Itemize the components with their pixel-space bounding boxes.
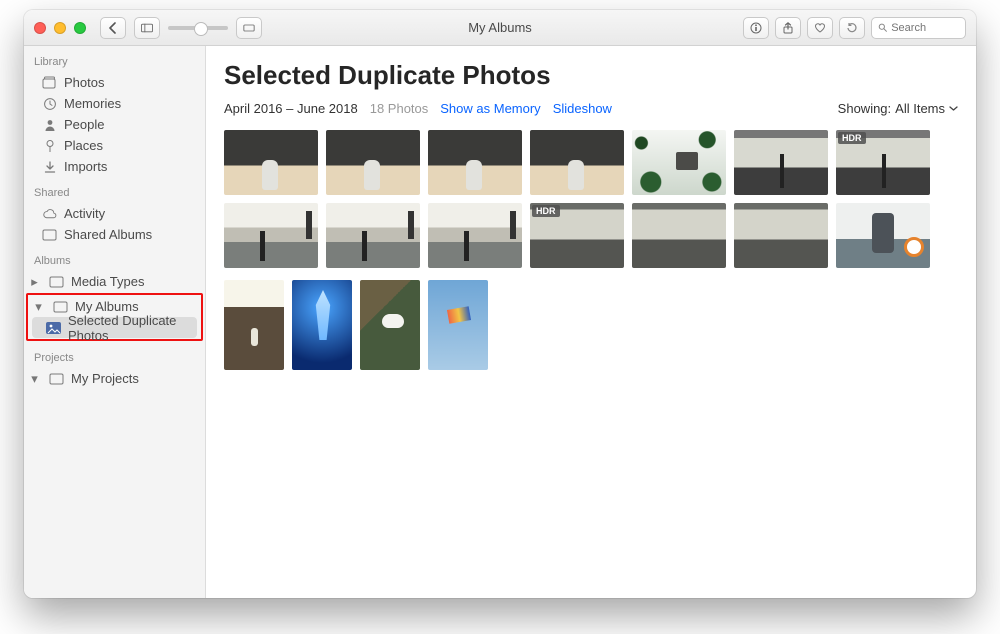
disclosure-triangle-icon[interactable]: ▾	[30, 374, 39, 383]
album-icon	[49, 372, 64, 386]
sidebar-item-people[interactable]: People	[24, 114, 205, 135]
disclosure-triangle-icon[interactable]: ▸	[30, 277, 39, 286]
photo-thumbnail[interactable]: HDR	[530, 203, 624, 268]
sidebar-item-label: Media Types	[71, 274, 144, 289]
sidebar-item-label: My Projects	[71, 371, 139, 386]
photo-thumbnail[interactable]	[632, 130, 726, 195]
hdr-badge: HDR	[532, 205, 560, 217]
showing-value: All Items	[895, 101, 945, 116]
share-button[interactable]	[775, 17, 801, 39]
heart-icon	[814, 22, 826, 34]
sidebar-icon	[141, 22, 153, 34]
photo-thumbnail[interactable]	[530, 130, 624, 195]
aspect-toggle[interactable]	[236, 17, 262, 39]
sidebar-item-label: People	[64, 117, 104, 132]
cloud-icon	[42, 207, 57, 221]
search-input[interactable]	[891, 22, 959, 34]
rect-icon	[243, 22, 255, 34]
main-content: Selected Duplicate Photos April 2016 – J…	[206, 46, 976, 598]
sidebar-item-selected-duplicate-photos[interactable]: Selected Duplicate Photos	[32, 317, 197, 338]
album-icon	[53, 300, 68, 314]
zoom-window[interactable]	[74, 22, 86, 34]
minimize-window[interactable]	[54, 22, 66, 34]
photo-thumbnail[interactable]	[428, 130, 522, 195]
chevron-down-icon	[949, 104, 958, 113]
clock-icon	[42, 97, 57, 111]
back-button[interactable]	[100, 17, 126, 39]
pin-icon	[42, 139, 57, 153]
date-range: April 2016 – June 2018	[224, 101, 358, 116]
photo-thumbnail[interactable]	[224, 130, 318, 195]
sidebar-item-places[interactable]: Places	[24, 135, 205, 156]
download-icon	[42, 160, 57, 174]
photo-thumbnail[interactable]: HDR	[836, 130, 930, 195]
show-as-memory-link[interactable]: Show as Memory	[440, 101, 540, 116]
sidebar-item-shared-albums[interactable]: Shared Albums	[24, 224, 205, 245]
sidebar-section-shared: Shared	[24, 177, 205, 203]
app-window: My Albums Library	[24, 10, 976, 598]
meta-row: April 2016 – June 2018 18 Photos Show as…	[224, 101, 958, 116]
photo-thumbnail[interactable]	[360, 280, 420, 370]
sidebar-item-label: Imports	[64, 159, 107, 174]
sidebar-item-photos[interactable]: Photos	[24, 72, 205, 93]
favorite-button[interactable]	[807, 17, 833, 39]
sidebar-item-label: Shared Albums	[64, 227, 152, 242]
photo-stack-icon	[42, 76, 57, 90]
sidebar-item-label: Places	[64, 138, 103, 153]
sidebar-section-albums: Albums	[24, 245, 205, 271]
photo-thumbnail[interactable]	[224, 203, 318, 268]
sidebar-item-label: Photos	[64, 75, 104, 90]
photo-thumbnail[interactable]	[326, 203, 420, 268]
sidebar-item-label: Selected Duplicate Photos	[68, 313, 189, 343]
rotate-button[interactable]	[839, 17, 865, 39]
highlight-annotation: ▾ My Albums Selected Duplicate Photos	[26, 293, 203, 341]
photo-thumbnail[interactable]	[734, 203, 828, 268]
photo-thumbnail[interactable]	[224, 280, 284, 370]
search-icon	[878, 22, 887, 33]
chevron-left-icon	[107, 22, 119, 34]
sidebar-item-label: Memories	[64, 96, 121, 111]
sidebar-item-media-types[interactable]: ▸ Media Types	[24, 271, 205, 292]
photo-thumbnail[interactable]	[836, 203, 930, 268]
search-field[interactable]	[871, 17, 966, 39]
page-title: Selected Duplicate Photos	[224, 60, 958, 91]
photo-thumbnail[interactable]	[428, 280, 488, 370]
photo-thumbnail[interactable]	[428, 203, 522, 268]
sidebar: Library Photos Memories People Places Im…	[24, 46, 206, 598]
close-window[interactable]	[34, 22, 46, 34]
person-icon	[42, 118, 57, 132]
sidebar-section-projects: Projects	[24, 342, 205, 368]
sidebar-section-library: Library	[24, 46, 205, 72]
album-icon	[42, 228, 57, 242]
info-icon	[750, 22, 762, 34]
photo-thumbnail[interactable]	[734, 130, 828, 195]
sidebar-item-memories[interactable]: Memories	[24, 93, 205, 114]
zoom-slider[interactable]	[168, 26, 228, 30]
sidebar-item-imports[interactable]: Imports	[24, 156, 205, 177]
sidebar-toggle[interactable]	[134, 17, 160, 39]
photo-thumbnail[interactable]	[326, 130, 420, 195]
hdr-badge: HDR	[838, 132, 866, 144]
rotate-icon	[846, 22, 858, 34]
sidebar-item-label: Activity	[64, 206, 105, 221]
album-icon	[49, 275, 64, 289]
info-button[interactable]	[743, 17, 769, 39]
slideshow-link[interactable]: Slideshow	[553, 101, 612, 116]
sidebar-item-my-projects[interactable]: ▾ My Projects	[24, 368, 205, 389]
share-icon	[782, 22, 794, 34]
window-controls	[34, 22, 86, 34]
showing-label: Showing:	[838, 101, 891, 116]
sidebar-item-activity[interactable]: Activity	[24, 203, 205, 224]
showing-filter[interactable]: Showing: All Items	[838, 101, 958, 116]
photo-thumbnail[interactable]	[292, 280, 352, 370]
disclosure-triangle-icon[interactable]: ▾	[34, 302, 43, 311]
photo-count: 18 Photos	[370, 101, 429, 116]
titlebar: My Albums	[24, 10, 976, 46]
thumb-icon	[46, 321, 61, 335]
photo-thumbnail[interactable]	[632, 203, 726, 268]
